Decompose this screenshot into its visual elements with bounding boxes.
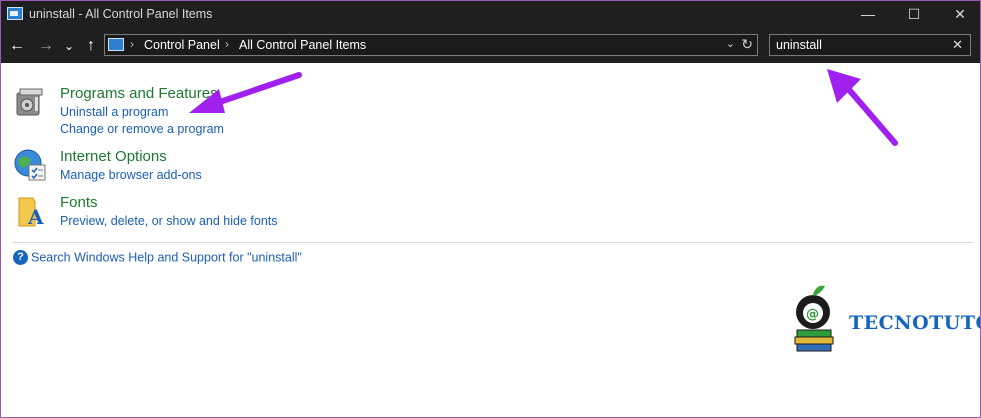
svg-text:@: @	[806, 307, 819, 322]
fonts-heading[interactable]: Fonts	[60, 194, 98, 211]
help-icon: ?	[13, 250, 28, 266]
control-panel-icon	[7, 7, 23, 20]
recent-locations-button[interactable]: ⌄	[62, 35, 76, 57]
fonts-icon: A	[18, 197, 44, 228]
refresh-icon[interactable]: ↻	[741, 36, 753, 53]
address-bar[interactable]: › Control Panel › All Control Panel Item…	[104, 34, 758, 56]
result-fonts: A Fonts Preview, delete, or show and hid…	[13, 194, 413, 234]
programs-icon	[16, 88, 43, 116]
up-button[interactable]: ↑	[82, 35, 100, 57]
breadcrumb-control-panel[interactable]: Control Panel	[144, 38, 220, 52]
close-button[interactable]: ✕	[937, 1, 980, 29]
watermark-brand: TECNOTUTO	[849, 312, 981, 334]
breadcrumb-separator: ›	[130, 37, 134, 51]
window-title: uninstall - All Control Panel Items	[29, 7, 213, 21]
annotation-arrow-left	[189, 72, 302, 113]
control-panel-window: uninstall - All Control Panel Items — ☐ …	[0, 0, 981, 418]
svg-text:A: A	[27, 205, 44, 228]
search-input[interactable]	[776, 37, 946, 53]
help-search-text[interactable]: Search Windows Help and Support for "uni…	[31, 251, 302, 265]
title-bar: uninstall - All Control Panel Items — ☐ …	[1, 1, 980, 29]
clear-search-icon[interactable]: ✕	[952, 37, 963, 53]
internet-options-heading[interactable]: Internet Options	[60, 148, 167, 165]
manage-addons-link[interactable]: Manage browser add-ons	[60, 168, 202, 182]
control-panel-icon	[108, 38, 124, 51]
divider	[13, 242, 973, 243]
internet-options-icon	[14, 149, 46, 181]
breadcrumb-separator: ›	[225, 37, 229, 51]
watermark-logo: @ TECNOTUTO	[791, 280, 980, 415]
minimize-button[interactable]: —	[845, 1, 891, 29]
fonts-preview-link[interactable]: Preview, delete, or show and hide fonts	[60, 214, 278, 228]
forward-button[interactable]: →	[36, 35, 56, 57]
help-search-link[interactable]: ? Search Windows Help and Support for "un…	[13, 250, 302, 266]
chevron-down-icon[interactable]: ⌄	[726, 37, 735, 50]
breadcrumb-all-items[interactable]: All Control Panel Items	[239, 38, 366, 52]
result-internet-options: Internet Options Manage browser add-ons	[13, 148, 413, 188]
maximize-button[interactable]: ☐	[891, 1, 937, 29]
uninstall-program-link[interactable]: Uninstall a program	[60, 105, 168, 119]
search-box[interactable]: ✕	[769, 34, 971, 56]
back-button[interactable]: ←	[7, 35, 27, 57]
apple-books-logo-icon: @	[794, 285, 834, 352]
annotation-arrow-right	[827, 69, 898, 146]
